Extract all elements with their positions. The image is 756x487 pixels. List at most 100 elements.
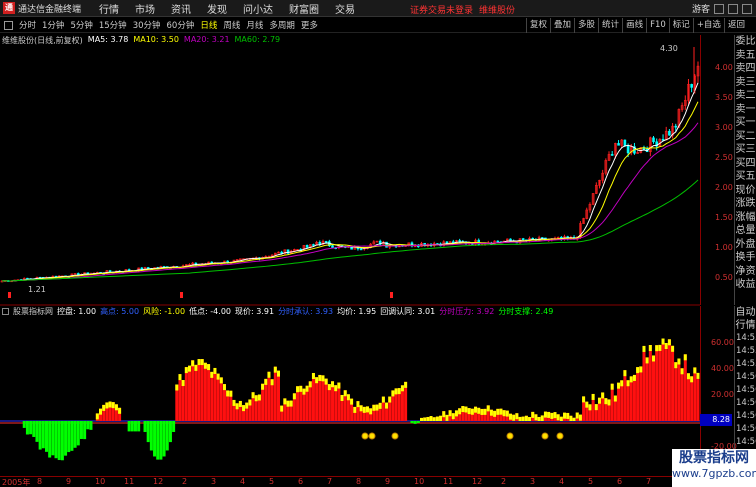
indicator-bar-cap <box>674 362 678 369</box>
indicator-bar-down <box>35 421 39 442</box>
indicator-value-2: 风险: -1.00 <box>143 307 186 316</box>
indicator-icon[interactable] <box>2 308 9 315</box>
tick-time-0: 14:55 <box>736 333 756 343</box>
quote-label[interactable]: 行情 <box>735 319 756 332</box>
indicator-bar-cap <box>194 364 198 371</box>
indicator-bar-cap <box>362 406 366 413</box>
indicator-bar-cap <box>365 406 369 413</box>
candle-body <box>668 130 671 136</box>
indicator-bar-up <box>270 379 274 421</box>
sidebar-item-15[interactable]: 外盘 <box>735 238 756 252</box>
indicator-bar-down <box>83 421 87 440</box>
indicator-bar-cap <box>213 367 217 374</box>
price-tick: 3.50 <box>715 93 733 102</box>
ma5-line <box>1 82 699 282</box>
indicator-bar-up <box>318 374 322 421</box>
kline-chart[interactable] <box>0 0 756 487</box>
sidebar-item-11[interactable]: 现价 <box>735 184 756 198</box>
indicator-bar-cap <box>394 388 398 395</box>
indicator-bar-cap <box>226 390 230 397</box>
price-tick: 0.50 <box>715 273 733 282</box>
high-price-label: 4.30 <box>660 44 678 53</box>
indicator-bar-cap <box>350 398 354 405</box>
indicator-bar-cap <box>521 416 525 421</box>
indicator-bar-down <box>168 421 172 443</box>
indicator-bar-up <box>686 373 690 421</box>
sidebar-item-1[interactable]: 卖五 <box>735 49 756 63</box>
indicator-bar-cap <box>683 354 687 361</box>
sidebar-item-17[interactable]: 净资 <box>735 265 756 279</box>
signal-marker <box>368 432 376 440</box>
price-axis: 4.00 3.50 3.00 2.50 2.00 1.50 1.00 0.50 <box>700 35 734 305</box>
indicator-bar-cap <box>550 412 554 419</box>
sidebar-item-8[interactable]: 买三 <box>735 143 756 157</box>
date-tick: 6 <box>617 477 623 486</box>
candle-body <box>324 241 328 243</box>
sidebar-item-9[interactable]: 买四 <box>735 157 756 171</box>
indicator-bar-cap <box>604 398 608 405</box>
indicator-bar-cap <box>305 385 309 392</box>
sidebar-item-7[interactable]: 买二 <box>735 130 756 144</box>
indicator-bar-down <box>25 421 29 435</box>
indicator-bar-down <box>127 421 131 432</box>
indicator-bar-down <box>410 421 414 424</box>
indicator-bar-cap <box>461 406 465 413</box>
watermark: 股票指标网 www.7gpzb.com <box>672 449 756 487</box>
indicator-bar-up <box>658 344 662 421</box>
sidebar-item-6[interactable]: 买一 <box>735 116 756 130</box>
indicator-value-6: 均价: 1.95 <box>337 307 377 316</box>
date-tick: 5 <box>588 477 594 486</box>
sidebar-item-3[interactable]: 卖三 <box>735 76 756 90</box>
indicator-bar-cap <box>248 399 252 406</box>
indicator-bar-cap <box>308 381 312 388</box>
sidebar-item-2[interactable]: 卖四 <box>735 62 756 76</box>
sidebar-item-4[interactable]: 卖二 <box>735 89 756 103</box>
indicator-header: 股票指标网 控盘: 1.00 高点: 5.00 风险: -1.00 低点: -4.00… <box>2 306 553 317</box>
indicator-bar-up <box>184 367 188 421</box>
indicator-title: 股票指标网 <box>13 307 53 316</box>
indicator-bar-cap <box>299 385 303 392</box>
indicator-bar-cap <box>477 407 481 414</box>
date-tick: 7 <box>327 477 333 486</box>
sidebar-item-14[interactable]: 总量 <box>735 224 756 238</box>
indicator-bar-up <box>181 380 185 421</box>
sidebar-item-18[interactable]: 收益 <box>735 278 756 292</box>
indicator-bar-down <box>153 421 157 457</box>
sidebar-item-16[interactable]: 换手 <box>735 251 756 265</box>
auto-label[interactable]: 自动 <box>735 306 756 319</box>
indicator-bar-cap <box>667 339 671 346</box>
indicator-bar-up <box>674 362 678 421</box>
indicator-bar-down <box>159 421 163 460</box>
sidebar-item-0[interactable]: 委比 <box>735 35 756 49</box>
indicator-bar-down <box>89 421 93 430</box>
indicator-bar-cap <box>594 404 598 411</box>
ma20-label: MA20: 3.21 <box>183 35 230 44</box>
tick-time-6: 14:56 <box>736 411 756 421</box>
indicator-bar-cap <box>639 366 643 373</box>
sidebar-item-10[interactable]: 买五 <box>735 170 756 184</box>
candle-body <box>312 244 315 246</box>
indicator-bar-cap <box>661 338 665 345</box>
date-tick: 11 <box>443 477 454 486</box>
indicator-bar-down <box>130 421 134 432</box>
date-tick: 8 <box>356 477 362 486</box>
sidebar-item-12[interactable]: 涨跌 <box>735 197 756 211</box>
price-tick: 4.00 <box>715 63 733 72</box>
indicator-bar-up <box>197 359 201 421</box>
indicator-bar-cap <box>283 398 287 405</box>
indicator-bar-up <box>216 373 220 421</box>
candle-body <box>305 245 309 248</box>
indicator-bar-cap <box>572 417 576 421</box>
tick-time-1: 14:55 <box>736 346 756 356</box>
indicator-bar-cap <box>105 402 109 409</box>
indicator-bar-down <box>60 421 64 461</box>
candle-body <box>108 270 112 273</box>
date-tick: 6 <box>298 477 304 486</box>
sidebar-item-5[interactable]: 卖一 <box>735 103 756 117</box>
indicator-bar-up <box>178 374 182 421</box>
indicator-bar-cap <box>426 416 430 421</box>
indicator-bar-cap <box>296 386 300 393</box>
indicator-bar-cap <box>95 413 99 420</box>
sidebar-item-13[interactable]: 涨幅 <box>735 211 756 225</box>
tick-time-8: 14:56 <box>736 437 756 447</box>
